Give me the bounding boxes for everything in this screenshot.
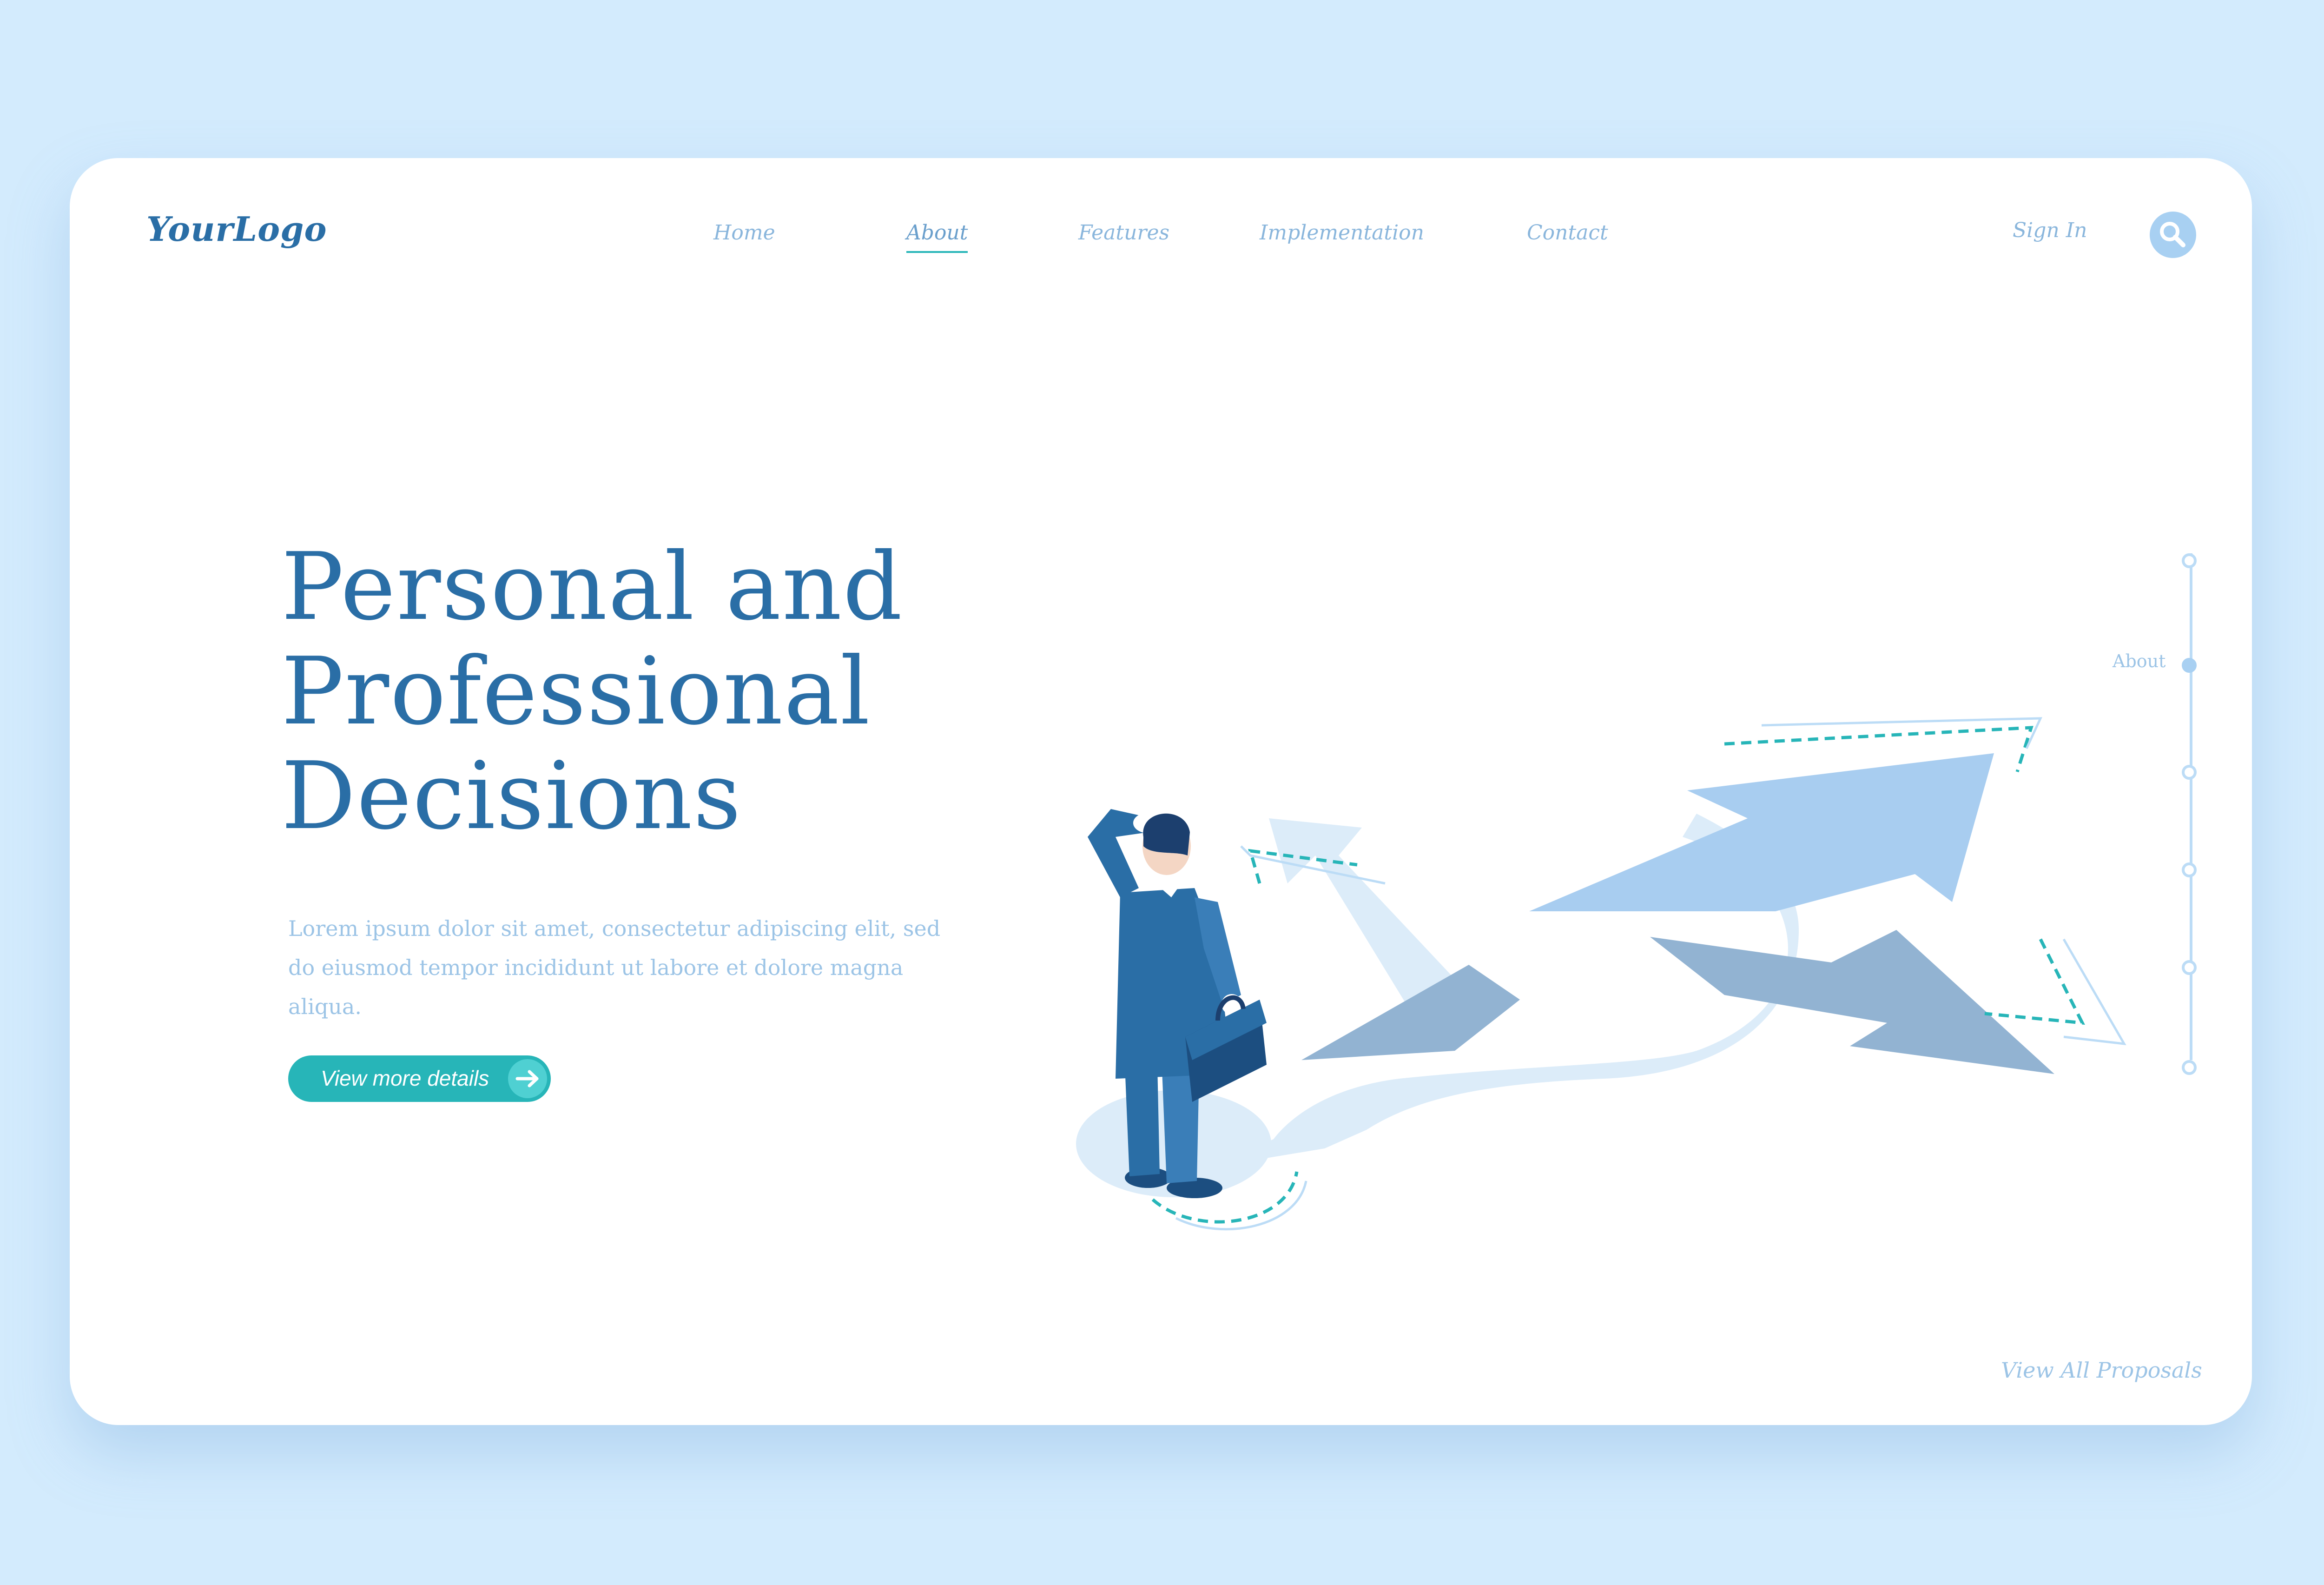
nav-item-contact[interactable]: Contact xyxy=(1527,221,1608,245)
section-dot-1[interactable] xyxy=(2182,553,2197,568)
title-line-2: Professional xyxy=(281,637,871,746)
cta-label: View more details xyxy=(321,1066,489,1090)
arrow-right-icon xyxy=(508,1059,547,1098)
search-icon xyxy=(2160,222,2185,247)
hero-description: Lorem ipsum dolor sit amet, consectetur … xyxy=(288,916,941,1019)
title-line-1: Personal and xyxy=(281,533,904,641)
section-dot-5[interactable] xyxy=(2182,960,2197,975)
nav-item-home[interactable]: Home xyxy=(713,221,775,245)
arrow-middle xyxy=(1529,753,1994,911)
nav-item-about-label: About xyxy=(906,221,968,245)
section-label: About xyxy=(2113,651,2166,671)
section-dot-about[interactable] xyxy=(2182,658,2197,673)
sign-in-link[interactable]: Sign In xyxy=(2013,219,2087,242)
landing-card: YourLogo Home About Features Implementat… xyxy=(70,158,2252,1425)
view-more-details-button[interactable]: View more details xyxy=(288,1055,551,1102)
page-title: Personal and Professional Decisions xyxy=(281,535,903,849)
nav-item-features[interactable]: Features xyxy=(1078,221,1169,245)
section-dot-4[interactable] xyxy=(2182,862,2197,877)
active-underline xyxy=(906,251,968,253)
scroll-track xyxy=(2190,553,2192,1060)
decision-illustration xyxy=(1076,717,2126,1231)
section-scroll-nav xyxy=(2178,544,2205,1083)
view-all-proposals-link[interactable]: View All Proposals xyxy=(2001,1358,2202,1383)
section-dot-6[interactable] xyxy=(2182,1060,2197,1075)
title-line-3: Decisions xyxy=(281,742,742,850)
section-dot-3[interactable] xyxy=(2182,765,2197,780)
nav-item-about[interactable]: About xyxy=(906,221,968,253)
main-nav: Home About Features Implementation Conta… xyxy=(70,221,2252,258)
nav-item-implementation[interactable]: Implementation xyxy=(1260,221,1424,245)
search-button[interactable] xyxy=(2150,212,2196,258)
